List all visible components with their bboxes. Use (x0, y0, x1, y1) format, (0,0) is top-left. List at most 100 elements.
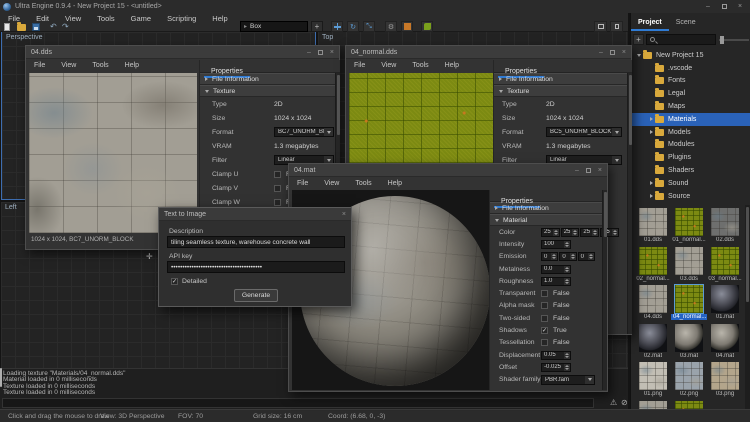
menu-item-tools[interactable]: Tools (84, 62, 116, 69)
dropdown-format[interactable]: BC7_UNORM_BLOCK (274, 127, 334, 137)
asset-item-03-mat[interactable]: 03.mat (671, 321, 707, 360)
number-spinner[interactable]: 100 (541, 240, 571, 249)
menu-item-help[interactable]: Help (437, 62, 467, 69)
menu-item-file[interactable]: File (289, 180, 316, 187)
sidebar-item-legal[interactable]: Legal (631, 87, 750, 100)
move-tool-icon[interactable] (331, 21, 343, 32)
checkbox-tessellation[interactable] (541, 339, 548, 346)
asset-item-03-normal[interactable]: 03_normal... (707, 244, 743, 283)
number-spinner[interactable]: 1.0 (541, 277, 571, 286)
minimize-icon[interactable]: – (700, 1, 716, 12)
thumbnail-size-slider[interactable] (719, 39, 749, 41)
rotate-tool-icon[interactable]: ↻ (347, 21, 359, 32)
menu-item-tools[interactable]: Tools (404, 62, 436, 69)
menu-item-tools[interactable]: Tools (347, 180, 379, 187)
command-input[interactable] (2, 398, 594, 408)
asset-item-03-dds[interactable]: 03.dds (671, 244, 707, 283)
asset-item-02-mat[interactable]: 02.mat (635, 321, 671, 360)
search-input[interactable] (646, 34, 716, 45)
sidebar-item-new-project-15[interactable]: New Project 15 (631, 49, 750, 62)
sidebar-item-modules[interactable]: Modules (631, 139, 750, 152)
open-folder-icon[interactable] (17, 24, 26, 31)
expand-arrow-icon[interactable] (635, 54, 643, 57)
number-spinner[interactable]: 0.0 (541, 265, 571, 274)
block-icon[interactable]: ⊘ (621, 398, 628, 408)
close-icon[interactable]: × (598, 167, 602, 174)
dual-panel-layout-icon[interactable] (610, 21, 623, 32)
material-window-04mat-titlebar[interactable]: 04.mat – × (289, 164, 607, 177)
close-icon[interactable]: × (732, 1, 748, 12)
asset-item-02-png[interactable]: 02.png (671, 359, 707, 398)
menu-item-file[interactable]: File (26, 62, 53, 69)
maximize-icon[interactable] (610, 50, 615, 55)
checkbox-shadows[interactable]: ✓ (541, 327, 548, 334)
sidebar-item-plugins[interactable]: Plugins (631, 151, 750, 164)
description-input[interactable] (167, 236, 345, 248)
asset-item-04-mat[interactable]: 04.mat (707, 321, 743, 360)
dropdown-shader-family[interactable]: PBR.fam (541, 375, 595, 385)
box-tool-icon[interactable] (401, 21, 413, 32)
asset-item-01-normal[interactable]: 01_normal... (671, 205, 707, 244)
close-icon[interactable]: × (622, 49, 626, 56)
tab-scene[interactable]: Scene (669, 15, 703, 31)
asset-item-02-dds[interactable]: 02.dds (707, 205, 743, 244)
checkbox-alpha-mask[interactable] (541, 302, 548, 309)
expand-arrow-icon[interactable] (647, 194, 655, 198)
api-key-input[interactable] (167, 261, 345, 273)
asset-item-02-normal[interactable]: 02_normal... (635, 244, 671, 283)
warning-icon[interactable]: ⚠ (610, 398, 617, 408)
chat-icon[interactable] (0, 368, 2, 387)
number-spinner[interactable]: -0.025 (541, 363, 571, 372)
text-to-image-dialog-titlebar[interactable]: Text to Image × (159, 208, 351, 221)
menu-item-file[interactable]: File (346, 62, 373, 69)
scrollbar[interactable] (627, 73, 632, 334)
menu-item-view[interactable]: View (53, 62, 84, 69)
menu-item-help[interactable]: Help (380, 180, 410, 187)
close-icon[interactable]: × (330, 49, 334, 56)
asset-item-03-png[interactable]: 03.png (707, 359, 743, 398)
detailed-checkbox[interactable]: ✓ (171, 278, 178, 285)
maximize-icon[interactable] (586, 168, 591, 173)
paint-tool-icon[interactable] (421, 21, 433, 32)
sidebar-item-shaders[interactable]: Shaders (631, 164, 750, 177)
section-material[interactable]: Material (490, 214, 603, 226)
sidebar-item-maps[interactable]: Maps (631, 100, 750, 113)
dropdown-format[interactable]: BC5_UNORM_BLOCK (546, 127, 622, 137)
scrollbar[interactable] (602, 190, 607, 390)
undo-icon[interactable]: ↶ (50, 23, 57, 31)
number-spinner[interactable]: 0 (559, 252, 576, 261)
number-spinner[interactable]: 25 (561, 228, 580, 237)
add-object-button[interactable]: + (311, 21, 323, 32)
new-file-icon[interactable] (4, 23, 10, 31)
asset-item-01-mat[interactable]: 01.mat (707, 282, 743, 321)
menu-item-scripting[interactable]: Scripting (159, 14, 204, 23)
section-texture[interactable]: Texture (200, 85, 340, 97)
sidebar-item-source[interactable]: Source (631, 190, 750, 203)
settings-tool-icon[interactable]: ⚙ (385, 21, 397, 32)
sidebar-item-models[interactable]: Models (631, 126, 750, 139)
save-icon[interactable] (32, 23, 40, 31)
slider-thumb[interactable] (720, 36, 724, 44)
asset-item-04-dds[interactable]: 04.dds (635, 282, 671, 321)
scrollbar[interactable] (745, 205, 750, 422)
generate-button[interactable]: Generate (234, 289, 278, 302)
checkbox-clamp-w[interactable] (274, 199, 281, 206)
menu-item-help[interactable]: Help (204, 14, 235, 23)
asset-item-01-dds[interactable]: 01.dds (635, 205, 671, 244)
sidebar-item-sound[interactable]: Sound (631, 177, 750, 190)
maximize-icon[interactable] (716, 1, 732, 12)
menu-item-help[interactable]: Help (117, 62, 147, 69)
checkbox-clamp-v[interactable] (274, 185, 281, 192)
checkbox-transparent[interactable] (541, 290, 548, 297)
single-panel-layout-icon[interactable] (594, 21, 607, 32)
sidebar-item-fonts[interactable]: Fonts (631, 75, 750, 88)
number-spinner[interactable]: 25 (580, 228, 599, 237)
menu-item-file[interactable]: File (0, 14, 28, 23)
checkbox-two-sided[interactable] (541, 315, 548, 322)
number-spinner[interactable]: 25 (541, 228, 560, 237)
sidebar-item-materials[interactable]: Materials (631, 113, 750, 126)
sidebar-item-vscode[interactable]: .vscode (631, 62, 750, 75)
menu-item-tools[interactable]: Tools (89, 14, 123, 23)
redo-icon[interactable]: ↷ (62, 23, 69, 31)
menu-item-view[interactable]: View (316, 180, 347, 187)
